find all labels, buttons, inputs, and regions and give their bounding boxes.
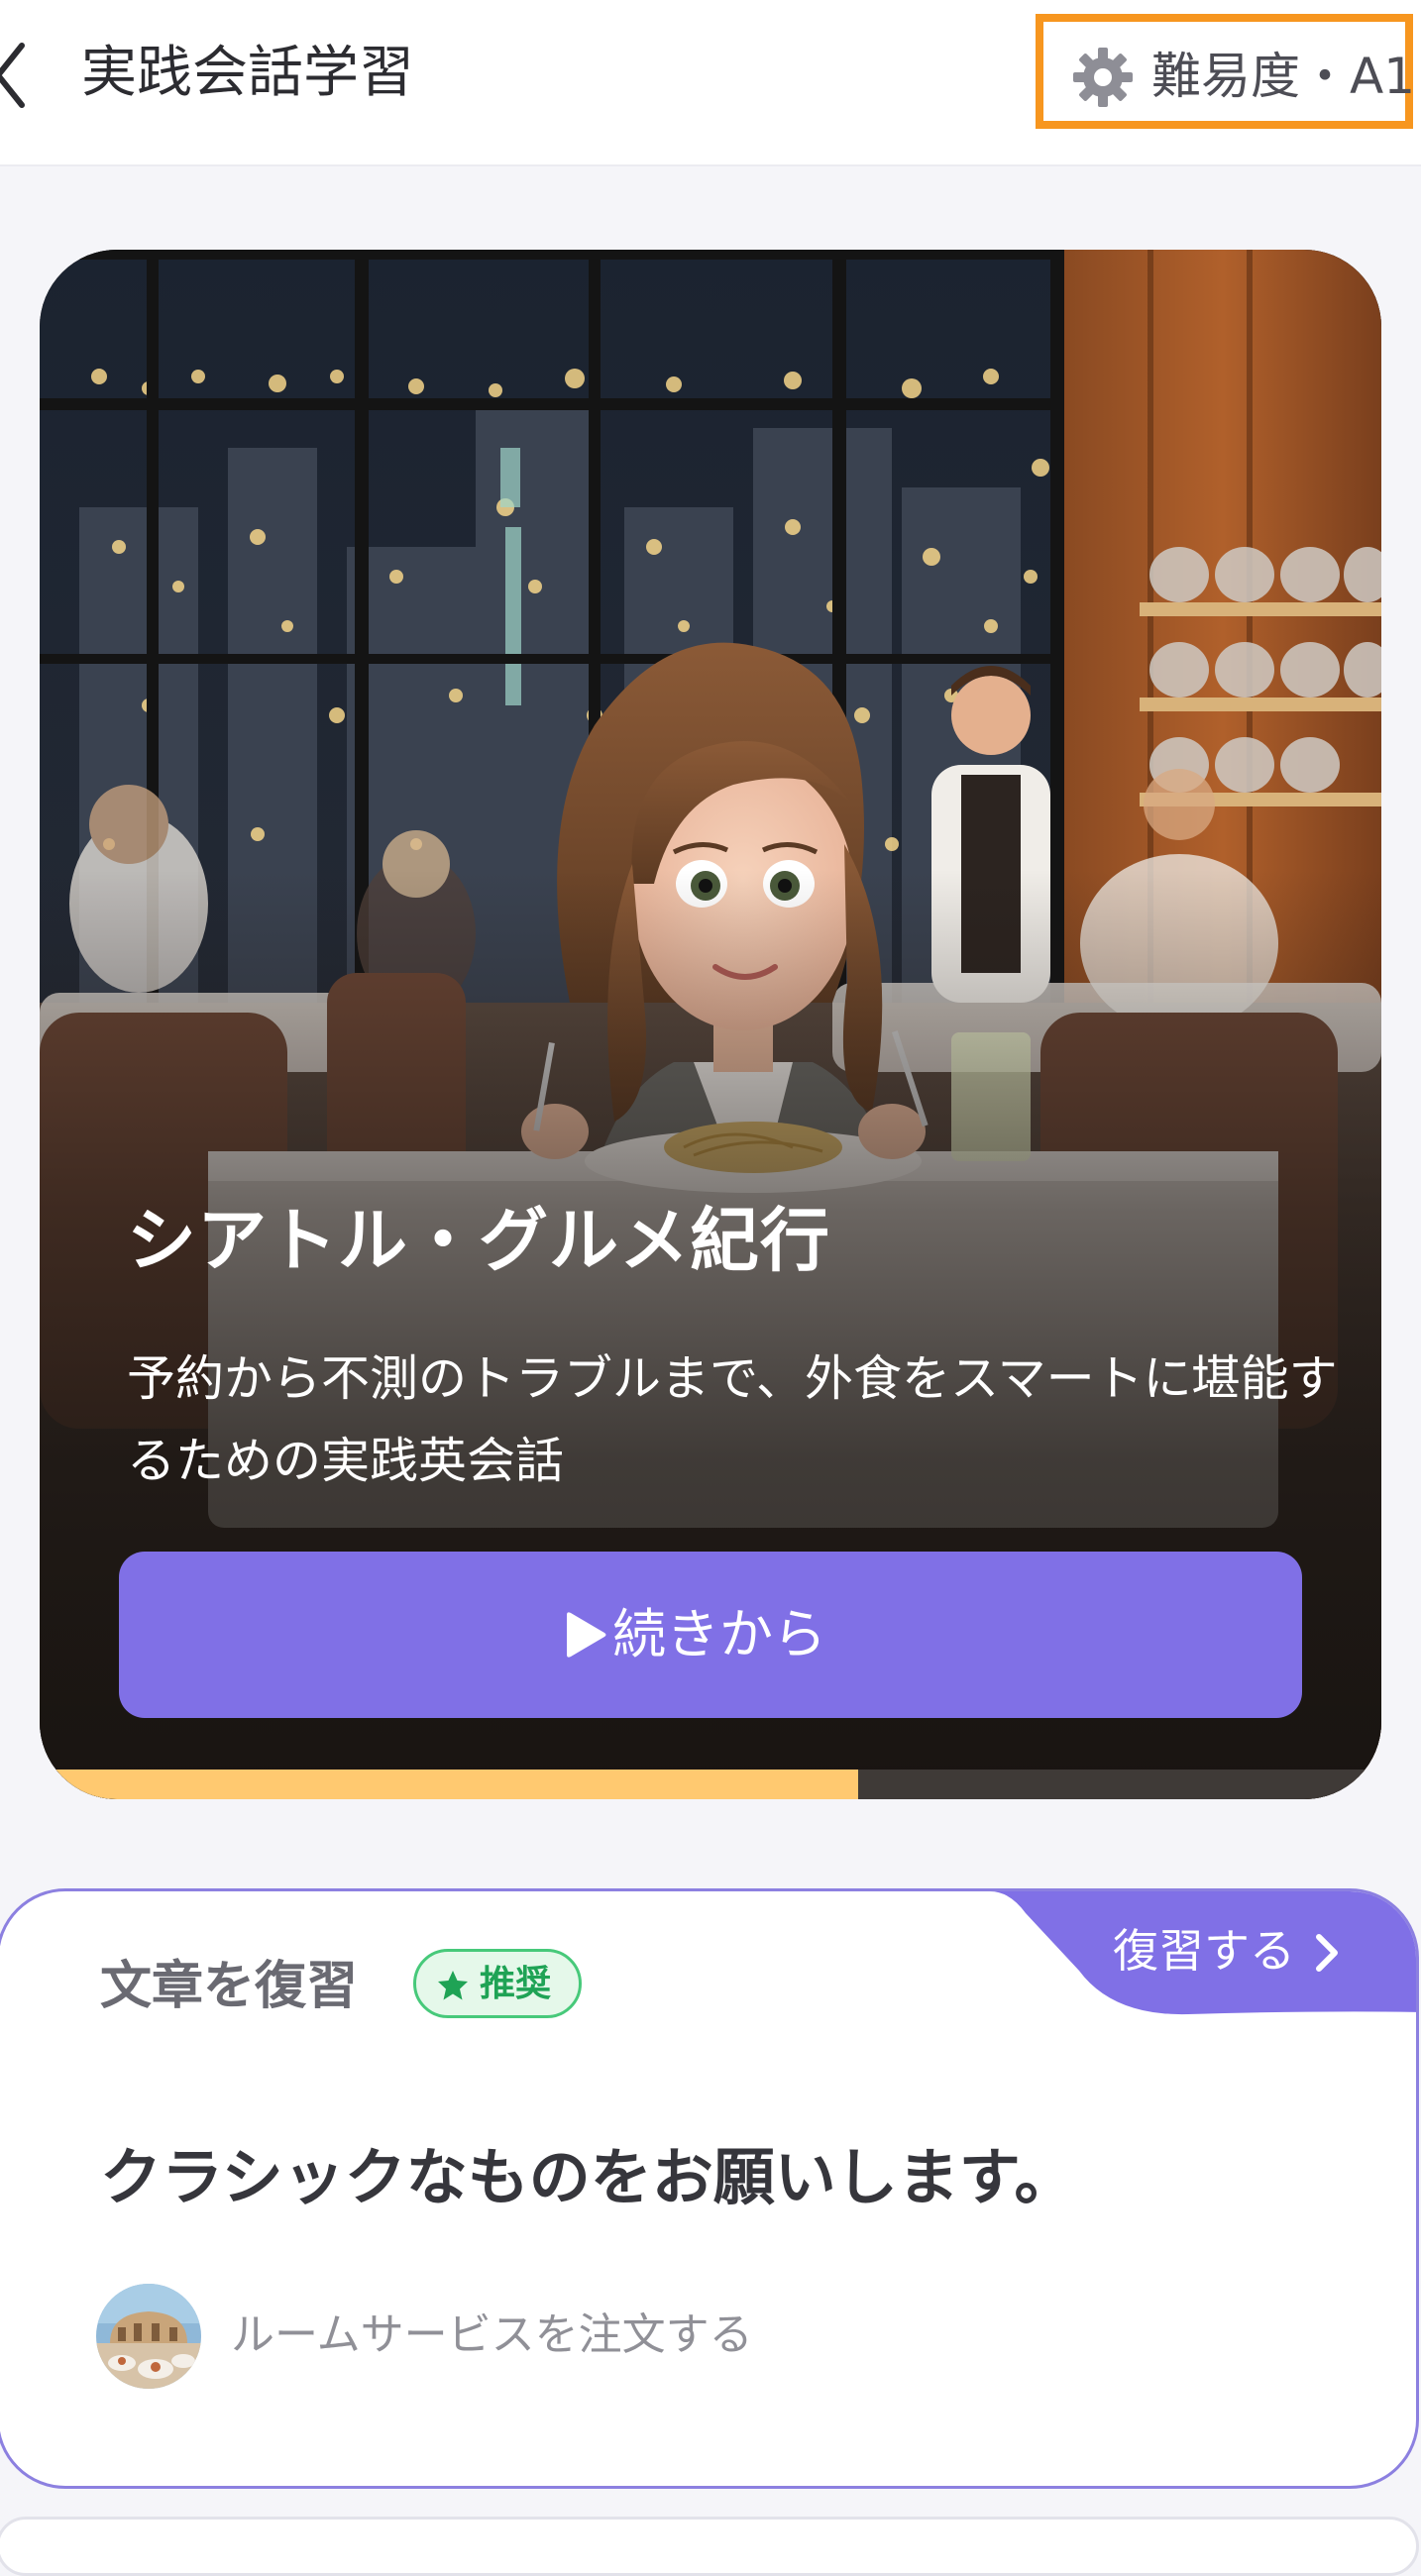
- page-title: 実践会話学習: [81, 41, 414, 105]
- continue-label: 続きから: [612, 1603, 826, 1665]
- top-bar: 実践会話学習 難易度・A1: [0, 0, 1421, 166]
- star-icon: [438, 1971, 468, 2000]
- gear-icon: [1073, 48, 1133, 107]
- scene-thumbnail: [96, 2284, 201, 2389]
- chevron-left-icon: [0, 43, 25, 108]
- course-title: シアトル・グルメ紀行: [127, 1200, 830, 1281]
- next-card-edge: [0, 2517, 1419, 2576]
- back-button[interactable]: [0, 36, 46, 115]
- course-progress-bar: [40, 1770, 1381, 1799]
- scene-name: ルームサービスを注文する: [231, 2309, 753, 2360]
- review-sentence[interactable]: クラシックなものをお願いします。: [100, 2135, 1076, 2220]
- recommended-label: 推奨: [480, 1964, 552, 2004]
- review-now-label: 復習する: [1113, 1924, 1295, 1978]
- play-icon: [567, 1612, 606, 1658]
- continue-button[interactable]: 続きから: [119, 1552, 1302, 1718]
- sentence-review-card: 復習する 文章を復習 推奨 クラシックなものをお願いします。 ルームサービスを注…: [0, 1888, 1419, 2489]
- review-title: 文章を復習: [100, 1957, 359, 2016]
- chevron-right-icon: [1316, 1934, 1338, 1972]
- difficulty-settings-button[interactable]: 難易度・A1: [1036, 14, 1416, 129]
- difficulty-label: 難易度・A1: [1151, 48, 1416, 105]
- course-card[interactable]: シアトル・グルメ紀行 予約から不測のトラブルまで、外食をスマートに堪能するための…: [40, 250, 1381, 1799]
- course-progress-fill: [40, 1770, 858, 1799]
- recommended-badge: 推奨: [413, 1949, 582, 2018]
- course-description: 予約から不測のトラブルまで、外食をスマートに堪能するための実践英会話: [127, 1350, 1338, 1489]
